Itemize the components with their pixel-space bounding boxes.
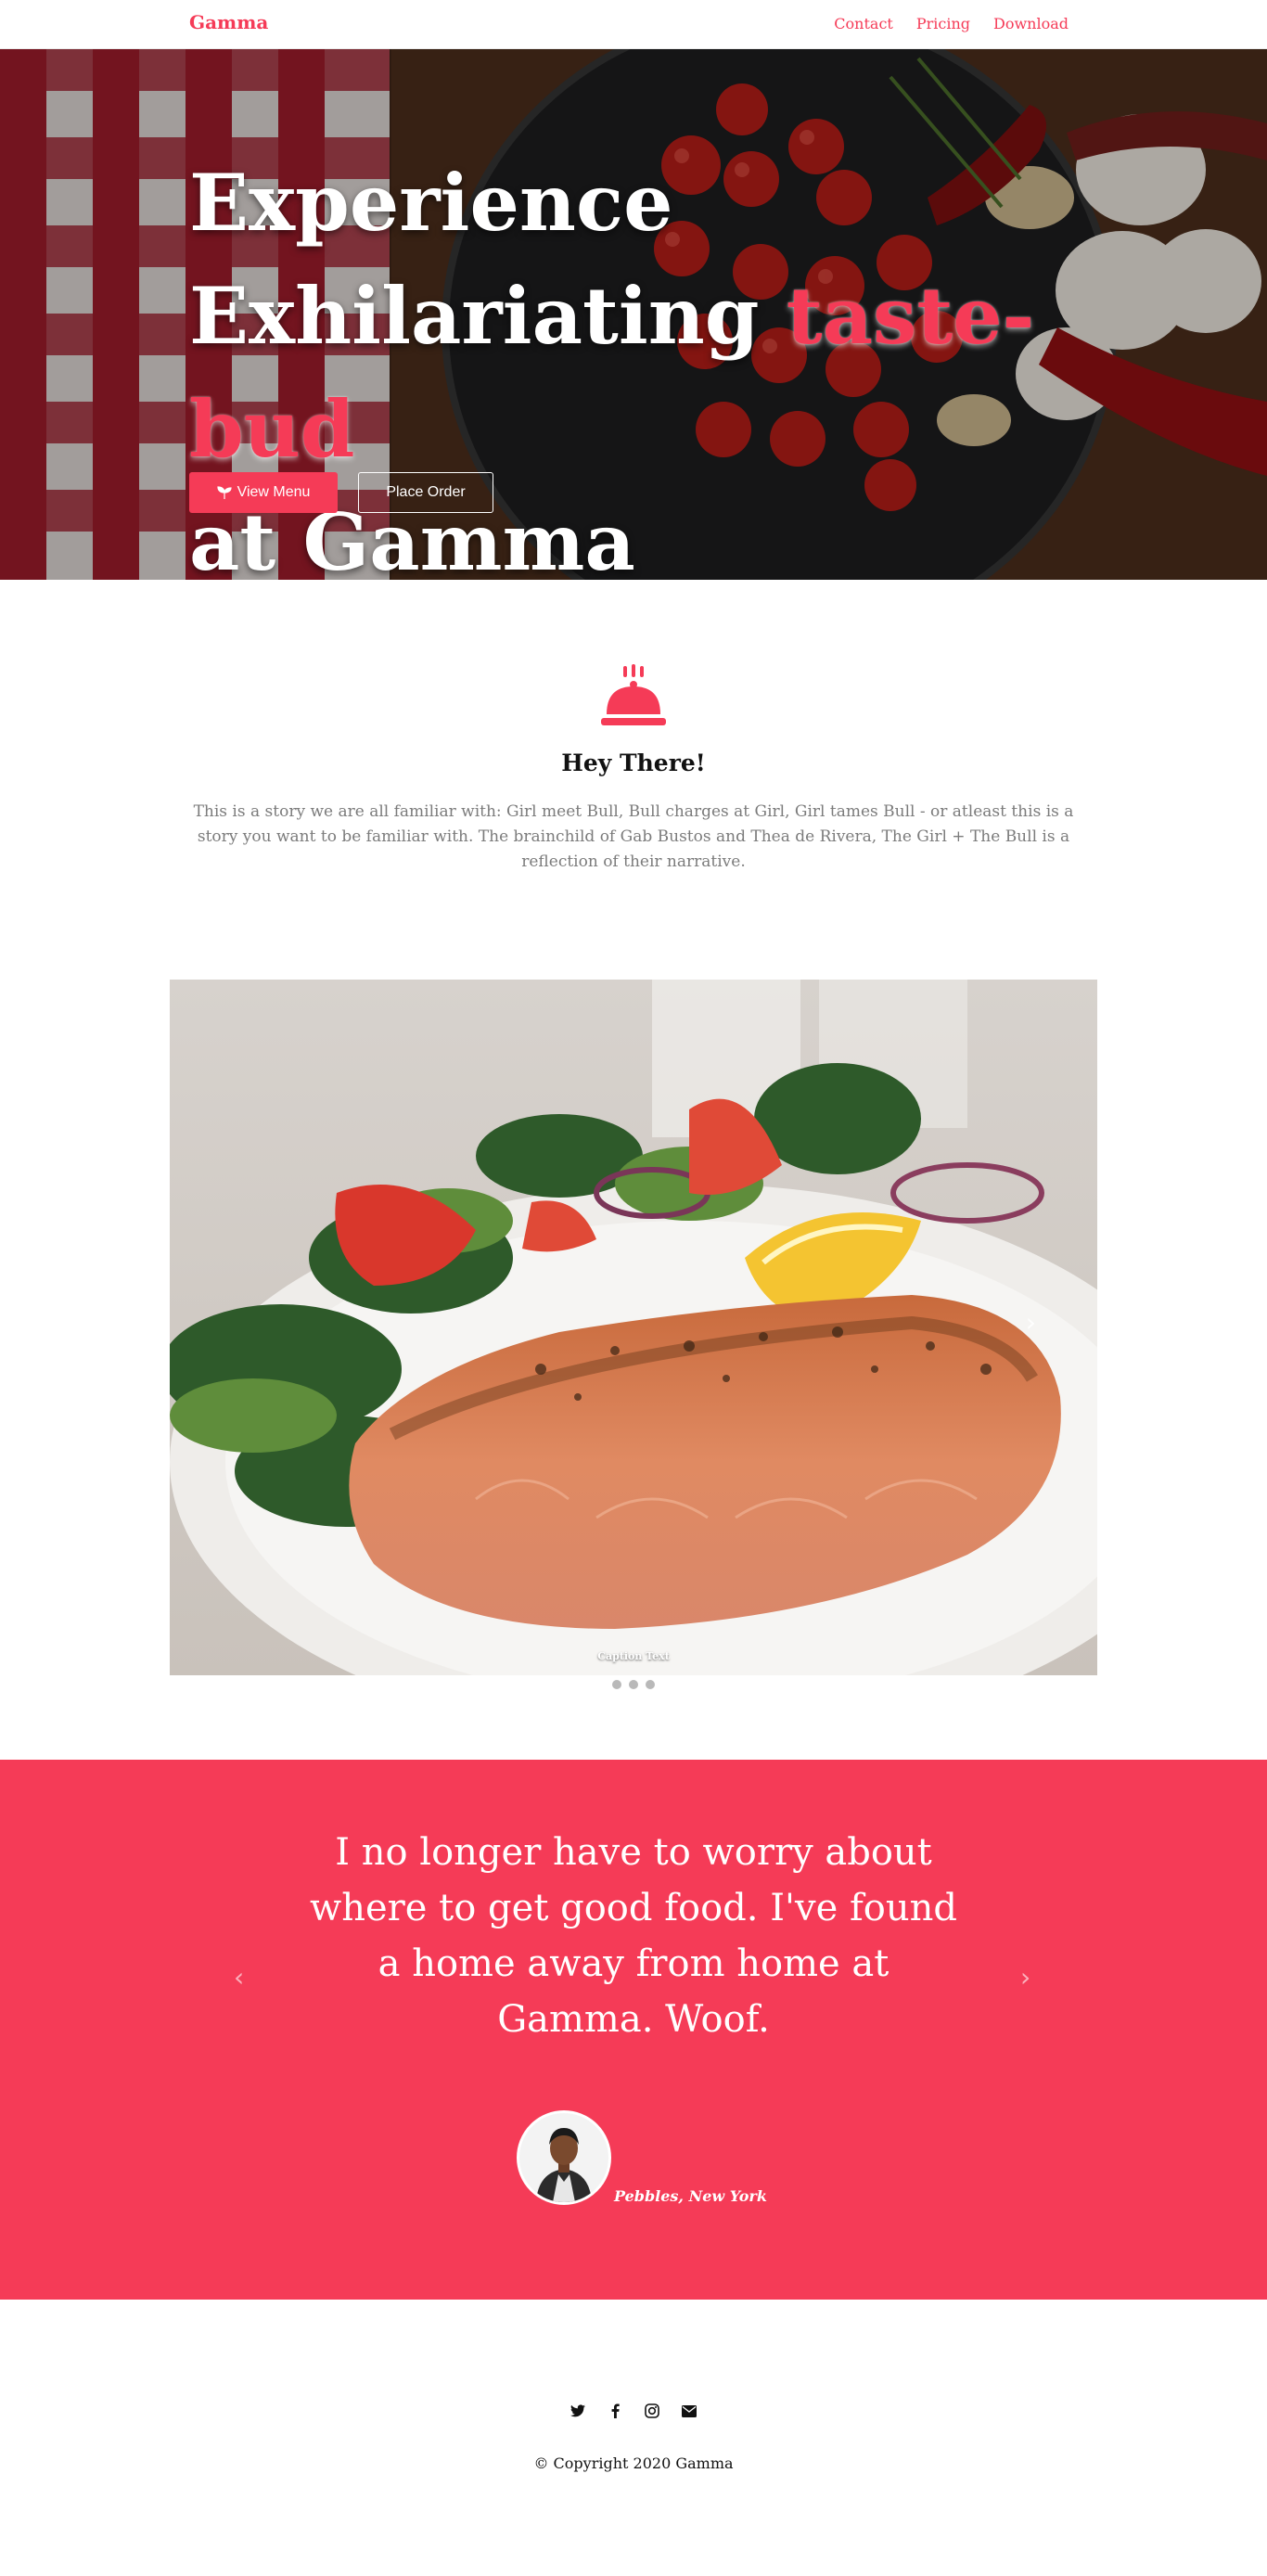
- avatar-image: [519, 2113, 608, 2202]
- nav-link-contact[interactable]: Contact: [834, 15, 893, 32]
- seedling-icon: [216, 486, 232, 499]
- intro-title: Hey There!: [561, 750, 706, 776]
- view-menu-button[interactable]: View Menu: [189, 472, 338, 513]
- envelope-icon[interactable]: [681, 2403, 697, 2419]
- brand-logo[interactable]: Gamma: [189, 11, 268, 33]
- navbar: Gamma Contact Pricing Download: [0, 0, 1267, 49]
- intro-text: This is a story we are all familiar with…: [193, 802, 1074, 871]
- place-order-label: Place Order: [386, 484, 466, 500]
- carousel-caption: Caption Text: [597, 1650, 670, 1662]
- carousel-indicator-3[interactable]: [646, 1680, 655, 1689]
- instagram-icon[interactable]: [644, 2403, 660, 2419]
- hero-line-1: Experience: [189, 157, 673, 249]
- place-order-button[interactable]: Place Order: [358, 472, 493, 513]
- avatar: [517, 2110, 611, 2205]
- carousel-indicator-2[interactable]: [629, 1680, 638, 1689]
- copyright-text: © Copyright 2020 Gamma: [533, 2454, 734, 2472]
- testimonial-quote: I no longer have to worry about where to…: [309, 1831, 957, 2041]
- nav-link-download[interactable]: Download: [993, 15, 1069, 32]
- testimonial-next-arrow[interactable]: ›: [1020, 1962, 1030, 1993]
- carousel-indicator-1[interactable]: [612, 1680, 621, 1689]
- hero-line-2: Exhilariating: [189, 270, 760, 362]
- hero-section: Experience Exhilariating taste-bud at Ga…: [0, 49, 1267, 580]
- testimonial-author: Pebbles, New York: [614, 2187, 767, 2205]
- twitter-icon[interactable]: [570, 2403, 586, 2419]
- view-menu-label: View Menu: [237, 484, 311, 500]
- carousel-next-arrow[interactable]: ›: [1026, 1307, 1036, 1338]
- food-carousel[interactable]: › Caption Text: [170, 980, 1097, 1675]
- carousel-indicators: [0, 1680, 1267, 1689]
- social-links: [0, 2403, 1267, 2419]
- salmon-dish-image: [170, 980, 1097, 1675]
- hero-heading: Experience Exhilariating taste-bud at Ga…: [189, 147, 1117, 580]
- facebook-icon[interactable]: [607, 2403, 623, 2419]
- service-bell-icon: [601, 664, 666, 725]
- testimonial-prev-arrow[interactable]: ‹: [234, 1962, 244, 1993]
- nav-link-pricing[interactable]: Pricing: [916, 15, 970, 32]
- nav-links: Contact Pricing Download: [834, 15, 1069, 32]
- testimonial-section: ‹ I no longer have to worry about where …: [0, 1760, 1267, 2300]
